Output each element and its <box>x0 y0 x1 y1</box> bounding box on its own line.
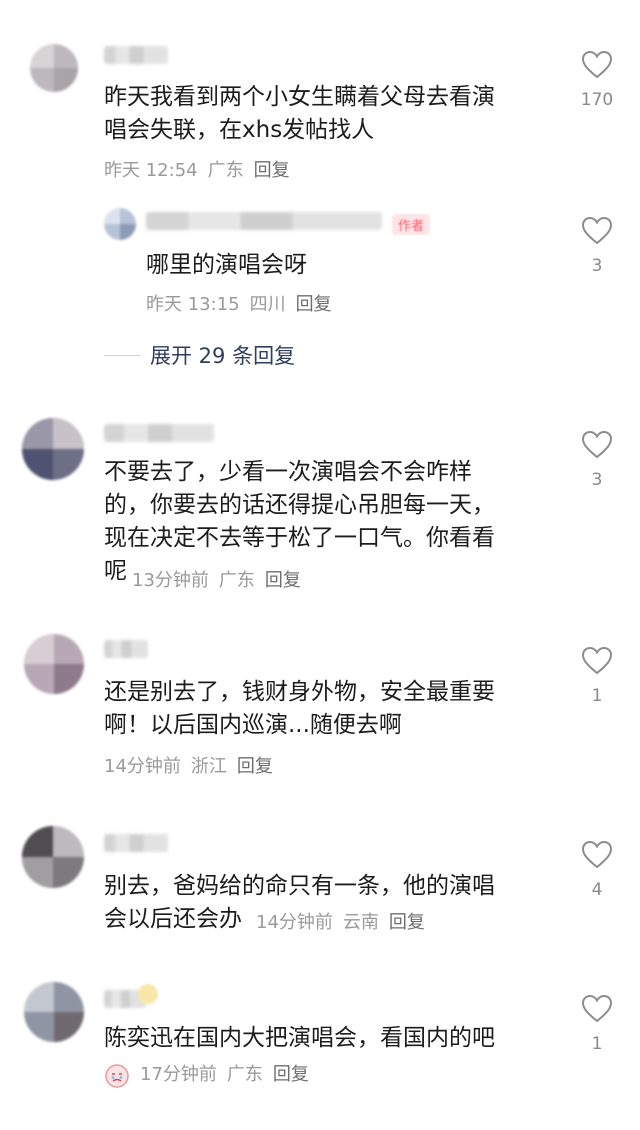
heart-outline-icon <box>581 994 613 1023</box>
reply-button[interactable]: 回复 <box>237 756 273 777</box>
expand-replies-button[interactable]: 展开 29 条回复 <box>104 340 295 370</box>
comment-meta: 昨天 13:15 四川 回复 <box>146 290 342 316</box>
like-button[interactable]: 170 <box>572 50 622 110</box>
comment-time: 13分钟前 <box>132 570 209 591</box>
comment-meta: 17分钟前 广东 回复 <box>104 1060 319 1088</box>
comment-text: 昨天我看到两个小女生瞒着父母去看演 唱会失联，在xhs发帖找人 <box>104 84 495 143</box>
crying-face-sticker-icon <box>104 1062 130 1088</box>
heart-outline-icon <box>581 50 613 79</box>
heart-outline-icon <box>581 840 613 869</box>
like-button[interactable]: 3 <box>572 430 622 490</box>
reply-button[interactable]: 回复 <box>265 570 301 591</box>
like-button[interactable]: 3 <box>572 216 622 276</box>
avatar[interactable] <box>24 982 84 1042</box>
like-count: 1 <box>591 1034 603 1054</box>
comment-text: 哪里的演唱会呀 <box>146 252 307 278</box>
like-button[interactable]: 4 <box>572 840 622 900</box>
reply-button[interactable]: 回复 <box>254 160 290 181</box>
username[interactable] <box>146 212 382 230</box>
username[interactable] <box>104 46 168 64</box>
like-count: 4 <box>591 880 603 900</box>
comment-meta: 14分钟前 云南 回复 <box>256 908 435 934</box>
like-count: 3 <box>591 470 603 490</box>
avatar[interactable] <box>30 44 78 92</box>
comment-time: 14分钟前 <box>256 912 333 933</box>
username[interactable] <box>104 834 168 852</box>
divider <box>104 354 140 356</box>
like-button[interactable]: 1 <box>572 646 622 706</box>
comment-meta: 昨天 12:54 广东 回复 <box>104 156 300 182</box>
comment-meta: 13分钟前 广东 回复 <box>132 566 311 592</box>
comment-text: 陈奕迅在国内大把演唱会，看国内的吧 <box>104 1025 495 1051</box>
comment-location: 广东 <box>218 570 255 591</box>
comment-time: 14分钟前 <box>104 756 181 777</box>
comment-location: 广东 <box>207 160 244 181</box>
comment-time: 昨天 13:15 <box>146 294 240 315</box>
comment-location: 四川 <box>249 294 286 315</box>
comment-time: 昨天 12:54 <box>104 160 198 181</box>
username[interactable] <box>104 640 148 658</box>
comment-location: 云南 <box>342 912 379 933</box>
author-badge: 作者 <box>392 214 431 235</box>
heart-outline-icon <box>581 646 613 675</box>
comment-text: 还是别去了，钱财身外物，安全最重要 啊！以后国内巡演...随便去啊 <box>104 679 495 738</box>
heart-outline-icon <box>581 430 613 459</box>
like-count: 3 <box>591 256 603 276</box>
like-count: 1 <box>591 686 603 706</box>
avatar[interactable] <box>22 418 84 480</box>
comment-meta: 14分钟前 浙江 回复 <box>104 752 283 778</box>
comment-time: 17分钟前 <box>140 1064 217 1085</box>
avatar[interactable] <box>24 634 84 694</box>
reply-button[interactable]: 回复 <box>296 294 332 315</box>
avatar[interactable] <box>22 826 84 888</box>
comment-location: 浙江 <box>190 756 227 777</box>
reply-button[interactable]: 回复 <box>389 912 425 933</box>
avatar[interactable] <box>104 208 136 240</box>
username[interactable] <box>104 424 214 442</box>
username-emoji-icon <box>138 984 158 1004</box>
like-count: 170 <box>580 90 614 110</box>
comment-location: 广东 <box>226 1064 263 1085</box>
heart-outline-icon <box>581 216 613 245</box>
reply-button[interactable]: 回复 <box>273 1064 309 1085</box>
expand-replies-label: 展开 29 条回复 <box>150 344 296 368</box>
like-button[interactable]: 1 <box>572 994 622 1054</box>
